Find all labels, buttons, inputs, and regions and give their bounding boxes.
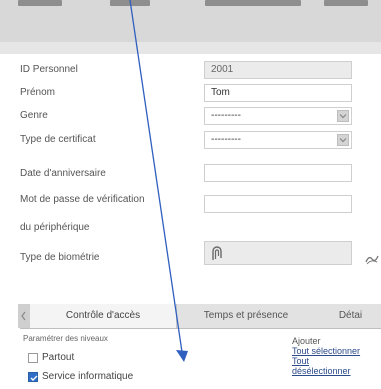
prenom-input[interactable]: Tom [204, 84, 352, 102]
field-label-id: ID Personnel [20, 64, 78, 75]
level-actions: Ajouter Tout sélectionner Tout désélecti… [292, 336, 360, 376]
genre-select[interactable]: --------- [204, 107, 352, 125]
field-label-motdepasse-line2: du périphérique [20, 222, 90, 233]
dropdown-caret-icon [337, 134, 349, 146]
links-title: Ajouter [292, 336, 321, 346]
dropdown-caret-icon [337, 110, 349, 122]
fingerprint-icon [211, 244, 223, 268]
biometric-device-icon[interactable] [365, 252, 379, 270]
tab-details[interactable]: Détai [320, 304, 381, 328]
motdepasse-input[interactable] [204, 195, 352, 213]
field-label-motdepasse: Mot de passe de vérification [20, 194, 145, 205]
header-text-fragment [18, 0, 62, 6]
anniversaire-input[interactable] [204, 164, 352, 182]
checkbox-box[interactable] [28, 372, 38, 382]
field-label-anniversaire: Date d'anniversaire [20, 168, 106, 179]
checkbox-label: Partout [42, 352, 75, 363]
select-all-link[interactable]: Tout sélectionner [292, 346, 360, 356]
field-label-certificat: Type de certificat [20, 134, 96, 145]
deselect-all-link-cont[interactable]: désélectionner [292, 366, 360, 376]
field-label-genre: Genre [20, 110, 48, 121]
window-header [0, 0, 381, 43]
tab-bar: Contrôle d'accès Temps et présence Détai [18, 304, 381, 329]
header-text-fragment [324, 0, 368, 6]
tab-temps-presence[interactable]: Temps et présence [186, 304, 306, 328]
header-band [0, 42, 381, 54]
tab-scroll-left-icon[interactable] [18, 304, 30, 328]
header-text-fragment [205, 0, 301, 6]
biometrie-field [204, 241, 352, 265]
id-field: 2001 [204, 61, 352, 79]
checkbox-box[interactable] [28, 353, 38, 363]
deselect-all-link[interactable]: Tout [292, 356, 360, 366]
section-title: Paramétrer des niveaux [23, 334, 108, 343]
tab-controle-acces[interactable]: Contrôle d'accès [30, 304, 177, 328]
certificat-value: --------- [211, 134, 241, 145]
genre-value: --------- [211, 110, 241, 121]
field-label-biometrie: Type de biométrie [20, 252, 100, 263]
header-text-fragment [110, 0, 150, 6]
certificat-select[interactable]: --------- [204, 131, 352, 149]
checkbox-label: Service informatique [42, 371, 134, 382]
personnel-form: ID Personnel 2001 Prénom Tom Genre -----… [0, 54, 381, 268]
field-label-prenom: Prénom [20, 87, 56, 98]
